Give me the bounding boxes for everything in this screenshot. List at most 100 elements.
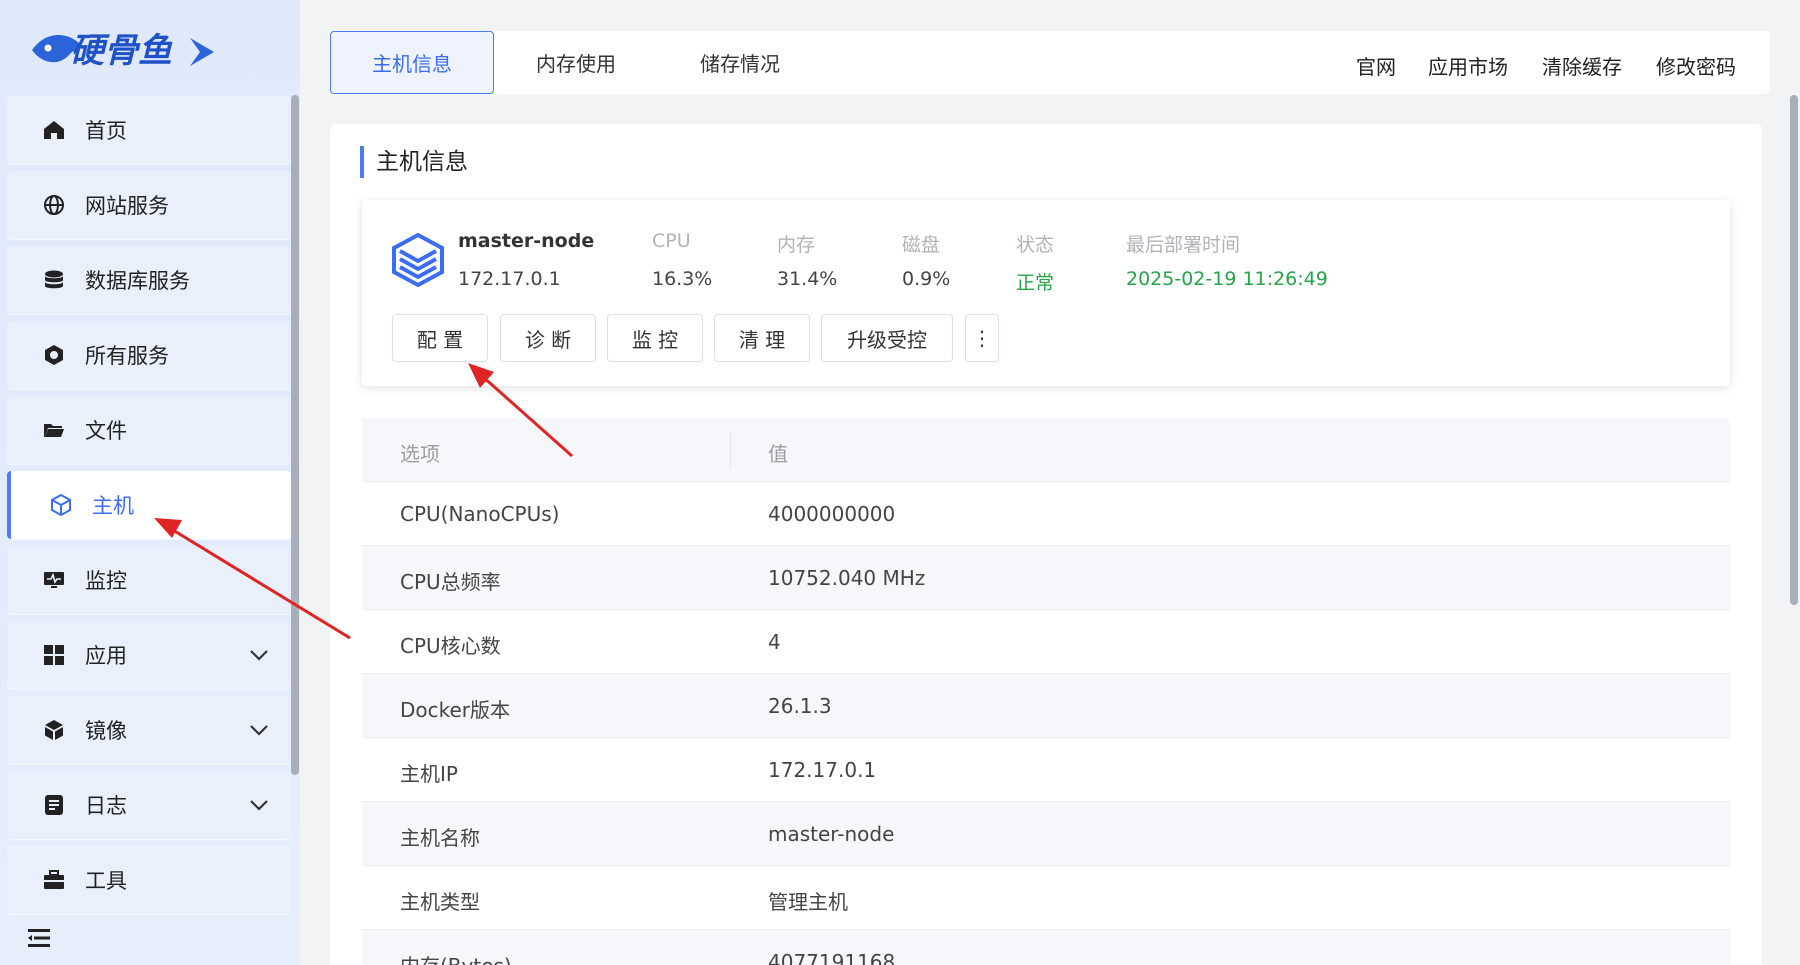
stat-value-disk: 0.9% (902, 268, 951, 290)
sidebar-item-monitor[interactable]: 监控 (7, 546, 291, 614)
main-scrollbar[interactable] (1790, 95, 1798, 605)
stat-label-memory: 内存 (777, 234, 816, 256)
monitor-button[interactable]: 监 控 (607, 314, 703, 362)
table-row: CPU(NanoCPUs) 4000000000 (362, 482, 1730, 546)
link-clear-cache[interactable]: 清除缓存 (1542, 51, 1622, 80)
host-info-table: 选项 值 CPU(NanoCPUs) 4000000000 CPU总频率 107… (362, 418, 1730, 965)
database-icon (41, 267, 67, 293)
toolbox-icon (41, 867, 67, 893)
sidebar-item-label: 应用 (85, 644, 127, 668)
main-panel: 主机信息 master-node 172.17.0.1 CPU 16.3% 内存… (330, 124, 1762, 965)
table-row: CPU核心数 4 (362, 610, 1730, 674)
link-official-site[interactable]: 官网 (1356, 51, 1396, 80)
row-value: master-node (768, 822, 895, 846)
svg-text:硬骨鱼: 硬骨鱼 (70, 31, 173, 71)
config-button[interactable]: 配 置 (392, 314, 488, 362)
chevron-down-icon[interactable] (249, 643, 269, 667)
chevron-down-icon[interactable] (249, 793, 269, 817)
sidebar-item-home[interactable]: 首页 (7, 96, 291, 164)
row-value: 4000000000 (768, 502, 896, 526)
sidebar-item-all-services[interactable]: 所有服务 (7, 321, 291, 389)
table-row: 主机名称 master-node (362, 802, 1730, 866)
folder-icon (41, 417, 67, 443)
sidebar-item-label: 监控 (85, 569, 127, 593)
sidebar-item-label: 主机 (92, 494, 134, 518)
stat-label-disk: 磁盘 (902, 234, 941, 256)
row-key: 主机IP (400, 762, 458, 786)
top-bar: 主机信息 内存使用 储存情况 官网 应用市场 清除缓存 修改密码 (330, 31, 1770, 94)
table-header-row: 选项 值 (362, 418, 1730, 482)
host-ip: 172.17.0.1 (458, 268, 561, 290)
log-icon (41, 792, 67, 818)
cleanup-button[interactable]: 清 理 (714, 314, 810, 362)
sidebar: 硬骨鱼 首页 网站服务 数据库服务 所有服务 文件 主机 监控 应用 镜像 日志… (0, 0, 300, 965)
sidebar-scrollbar[interactable] (291, 95, 299, 775)
sidebar-item-label: 网站服务 (85, 194, 169, 218)
sidebar-item-files[interactable]: 文件 (7, 396, 291, 464)
host-name: master-node (458, 230, 595, 252)
column-header-value: 值 (768, 442, 788, 466)
table-row: 主机IP 172.17.0.1 (362, 738, 1730, 802)
status-badge: 正常 (1016, 272, 1055, 294)
app-logo[interactable]: 硬骨鱼 (28, 22, 228, 76)
row-key: CPU(NanoCPUs) (400, 502, 560, 526)
link-app-market[interactable]: 应用市场 (1428, 51, 1508, 80)
sidebar-item-label: 所有服务 (85, 344, 169, 368)
stat-value-cpu: 16.3% (652, 268, 713, 290)
apps-grid-icon (41, 642, 67, 668)
row-key: Docker版本 (400, 698, 511, 722)
table-row: CPU总频率 10752.040 MHz (362, 546, 1730, 610)
sidebar-item-label: 日志 (85, 794, 127, 818)
upgrade-managed-button[interactable]: 升级受控 (821, 314, 953, 362)
tab-host-info[interactable]: 主机信息 (330, 31, 494, 94)
sidebar-item-label: 文件 (85, 419, 127, 443)
sidebar-item-web-services[interactable]: 网站服务 (7, 171, 291, 239)
globe-icon (41, 192, 67, 218)
box-icon (41, 717, 67, 743)
column-divider[interactable] (730, 432, 731, 468)
stat-label-last-deploy: 最后部署时间 (1126, 234, 1241, 256)
row-value: 26.1.3 (768, 694, 832, 718)
row-value: 172.17.0.1 (768, 758, 877, 782)
sidebar-item-images[interactable]: 镜像 (7, 696, 291, 764)
link-change-password[interactable]: 修改密码 (1656, 51, 1736, 80)
row-value: 管理主机 (768, 890, 848, 914)
row-value: 10752.040 MHz (768, 566, 926, 590)
row-value: 4077191168 (768, 950, 896, 965)
home-icon (41, 117, 67, 143)
host-icon (48, 492, 74, 518)
row-key: CPU总频率 (400, 570, 501, 594)
sidebar-item-database-services[interactable]: 数据库服务 (7, 246, 291, 314)
menu-collapse-icon[interactable] (28, 928, 52, 952)
services-icon (41, 342, 67, 368)
tab-memory-usage[interactable]: 内存使用 (494, 31, 658, 94)
tab-storage[interactable]: 储存情况 (658, 31, 822, 94)
sidebar-item-host[interactable]: 主机 (7, 471, 291, 539)
monitor-icon (41, 567, 67, 593)
page-title: 主机信息 (360, 146, 468, 178)
sidebar-item-label: 工具 (85, 869, 127, 893)
diagnose-button[interactable]: 诊 断 (500, 314, 596, 362)
host-icon (390, 232, 446, 292)
stat-label-cpu: CPU (652, 230, 691, 252)
row-value: 4 (768, 630, 781, 654)
sidebar-item-apps[interactable]: 应用 (7, 621, 291, 689)
stat-value-last-deploy: 2025-02-19 11:26:49 (1126, 268, 1328, 290)
sidebar-item-tools[interactable]: 工具 (7, 846, 291, 914)
sidebar-item-label: 首页 (85, 119, 127, 143)
column-header-option: 选项 (400, 442, 440, 466)
table-row: 主机类型 管理主机 (362, 866, 1730, 930)
row-key: 主机类型 (400, 890, 480, 914)
stat-value-memory: 31.4% (777, 268, 838, 290)
sidebar-item-label: 镜像 (85, 719, 127, 743)
table-row: 内存(Bytes) 4077191168 (362, 930, 1730, 965)
more-actions-button[interactable]: ⋮ (965, 314, 999, 362)
row-key: 主机名称 (400, 826, 480, 850)
sidebar-item-logs[interactable]: 日志 (7, 771, 291, 839)
chevron-down-icon[interactable] (249, 718, 269, 742)
sidebar-item-label: 数据库服务 (85, 269, 190, 293)
row-key: CPU核心数 (400, 634, 501, 658)
host-card: master-node 172.17.0.1 CPU 16.3% 内存 31.4… (362, 200, 1730, 386)
table-row: Docker版本 26.1.3 (362, 674, 1730, 738)
stat-label-status: 状态 (1016, 234, 1055, 256)
